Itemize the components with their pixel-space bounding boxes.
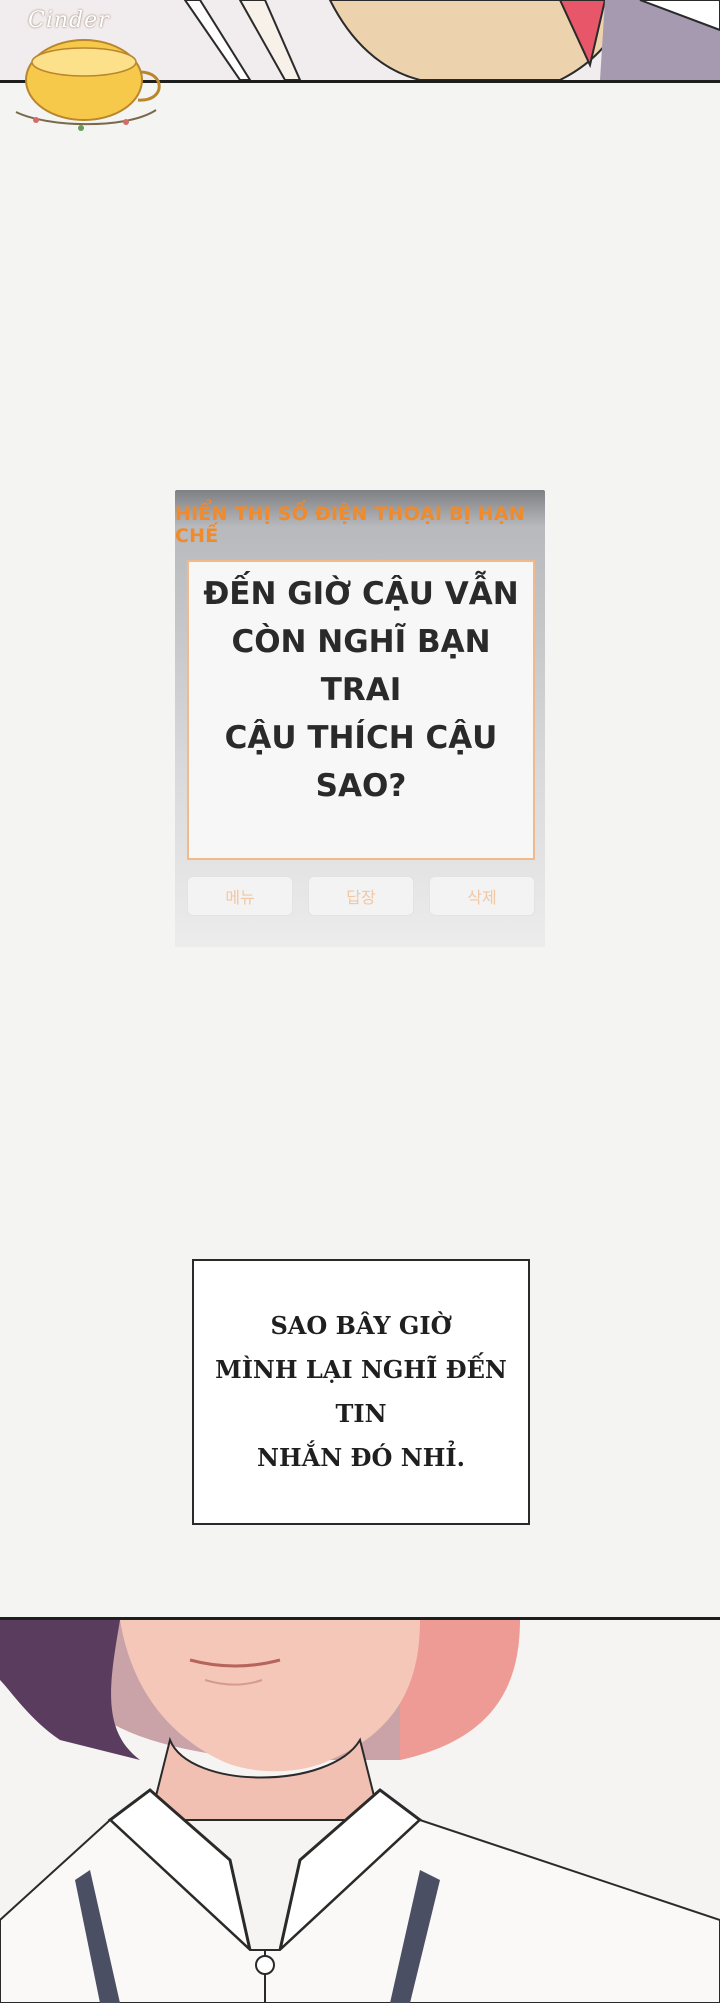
- watermark-text: Cinder: [28, 8, 110, 33]
- reply-button[interactable]: 답장: [308, 876, 414, 916]
- watermark-logo: Cinder: [6, 2, 176, 136]
- menu-button[interactable]: 메뉴: [187, 876, 293, 916]
- narration-caption-box: SAO BÂY GIỜ MÌNH LẠI NGHĨ ĐẾN TIN NHẮN Đ…: [192, 1259, 530, 1525]
- phone-button-row: 메뉴 답장 삭제: [187, 876, 535, 916]
- phone-message-screen: ĐẾN GIỜ CẬU VẪN CÒN NGHĨ BẠN TRAI CẬU TH…: [187, 560, 535, 860]
- phone-notification: HIỂN THỊ SỐ ĐIỆN THOẠI BỊ HẠN CHẾ ĐẾN GI…: [175, 490, 545, 947]
- narration-caption-text: SAO BÂY GIỜ MÌNH LẠI NGHĨ ĐẾN TIN NHẮN Đ…: [215, 1311, 507, 1472]
- character-illustration: [0, 1620, 720, 2003]
- phone-message-text: ĐẾN GIỜ CẬU VẪN CÒN NGHĨ BẠN TRAI CẬU TH…: [203, 576, 519, 804]
- delete-button[interactable]: 삭제: [429, 876, 535, 916]
- bottom-comic-panel: [0, 1617, 720, 2003]
- phone-header: HIỂN THỊ SỐ ĐIỆN THOẠI BỊ HẠN CHẾ: [175, 503, 525, 547]
